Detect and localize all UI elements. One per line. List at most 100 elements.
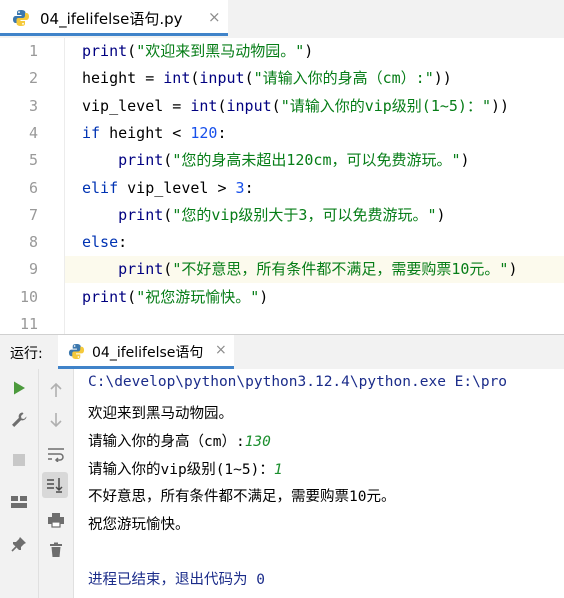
line-number: 6 xyxy=(28,178,38,197)
code-token: ( xyxy=(163,260,173,279)
line-number: 9 xyxy=(28,260,38,279)
console-output-farewell: 祝您游玩愉快。 xyxy=(88,517,190,533)
console-output-result: 不好意思，所有条件都不满足，需要购票10元。 xyxy=(88,489,396,505)
console-user-input-height: 130 xyxy=(244,434,271,450)
code-token: height < xyxy=(100,123,191,142)
console-height-line: 请输入你的身高（cm）:130 xyxy=(88,430,271,451)
line-number: 11 xyxy=(19,315,38,333)
code-token: : xyxy=(118,233,128,252)
code-token: print xyxy=(82,42,128,60)
code-line: vip_level = int(input("请输入你的vip级别(1~5)："… xyxy=(82,93,509,120)
line-number: 1 xyxy=(28,42,38,60)
console-vip-line: 请输入你的vip级别(1~5)：1 xyxy=(88,458,283,479)
console-prompt-height: 请输入你的身高（cm）: xyxy=(88,434,245,450)
editor-tab-label: 04_ifelifelse语句.py xyxy=(40,10,183,28)
code-token: ( xyxy=(163,205,173,224)
close-icon[interactable]: × xyxy=(208,8,221,26)
python-run-icon xyxy=(68,343,85,360)
code-token: ) xyxy=(460,151,470,170)
code-token: vip_level = xyxy=(82,96,191,115)
line-number-gutter: 1 2 3 4 5 6 7 8 9 10 11 xyxy=(0,38,64,334)
arrow-up-icon[interactable] xyxy=(43,377,69,403)
line-number: 7 xyxy=(28,205,38,224)
run-toolbar-secondary xyxy=(39,369,74,598)
code-token: ( xyxy=(271,96,281,115)
line-number: 2 xyxy=(28,69,38,88)
code-line: print("您的vip级别大于3，可以免费游玩。") xyxy=(82,202,445,229)
code-line: if height < 120: xyxy=(82,120,227,147)
code-token: )) xyxy=(491,96,510,115)
code-token: input xyxy=(226,96,272,115)
soft-wrap-icon[interactable] xyxy=(43,441,69,467)
print-icon[interactable] xyxy=(43,507,69,533)
code-token: 3 xyxy=(235,178,245,197)
code-token: if xyxy=(82,123,101,142)
code-token: ) xyxy=(508,260,518,279)
code-token: "您的身高未超出120cm，可以免费游玩。" xyxy=(172,151,461,170)
code-line: print("您的身高未超出120cm，可以免费游玩。") xyxy=(82,147,470,174)
code-line: height = int(input("请输入你的身高（cm）:")) xyxy=(82,65,452,92)
code-token: "不好意思，所有条件都不满足，需要购票10元。" xyxy=(172,260,509,279)
editor-tab-bar: 04_ifelifelse语句.py × xyxy=(0,0,564,39)
scroll-to-end-icon[interactable] xyxy=(42,472,68,498)
code-token: elif xyxy=(82,178,119,197)
code-token: "请输入你的vip级别(1~5)：" xyxy=(280,96,491,115)
stop-icon[interactable] xyxy=(6,447,32,473)
pin-icon[interactable] xyxy=(6,531,32,557)
code-token: "请输入你的身高（cm）:" xyxy=(253,69,434,88)
line-number: 4 xyxy=(28,123,38,142)
trash-icon[interactable] xyxy=(43,537,69,563)
code-line: print("欢迎来到黑马动物园。") xyxy=(82,38,313,65)
line-number: 10 xyxy=(19,287,38,306)
code-token: ( xyxy=(217,96,227,115)
line-number: 3 xyxy=(28,96,38,115)
code-token: print xyxy=(118,151,164,170)
run-toolbar-primary xyxy=(0,369,39,598)
code-token: else xyxy=(82,233,119,252)
code-token: int xyxy=(190,96,218,115)
code-token: ) xyxy=(259,287,269,306)
code-token: : xyxy=(244,178,254,197)
run-tab-label: 04_ifelifelse语句 xyxy=(92,345,204,361)
close-icon[interactable]: × xyxy=(215,342,227,358)
code-editor[interactable]: 1 2 3 4 5 6 7 8 9 10 11 print("欢迎来到黑马动物园。") height … xyxy=(0,38,564,334)
code-token: "欢迎来到黑马动物园。" xyxy=(136,42,305,60)
code-token: print xyxy=(118,205,164,224)
run-tool-window-header: 运行: 04_ifelifelse语句 × xyxy=(0,334,564,370)
code-token: ( xyxy=(127,287,137,306)
editor-tab-file[interactable]: 04_ifelifelse语句.py × xyxy=(0,0,228,36)
arrow-down-icon[interactable] xyxy=(43,407,69,433)
code-line: else: xyxy=(82,229,127,256)
code-line: print("祝您游玩愉快。") xyxy=(82,284,268,311)
code-token: height = xyxy=(82,69,164,88)
python-file-icon xyxy=(12,9,30,27)
code-token: )) xyxy=(433,69,452,88)
wrench-icon[interactable] xyxy=(6,407,32,433)
code-line: print("不好意思，所有条件都不满足，需要购票10元。") xyxy=(82,256,517,283)
console-user-input-vip: 1 xyxy=(273,462,283,478)
code-token: print xyxy=(118,260,164,279)
code-token: int xyxy=(163,69,191,88)
console-command-line: C:\develop\python\python3.12.4\python.ex… xyxy=(88,374,508,390)
code-token: "祝您游玩愉快。" xyxy=(136,287,260,306)
code-token: : xyxy=(217,123,227,142)
console-prompt-vip: 请输入你的vip级别(1~5)： xyxy=(88,462,274,478)
console-output-welcome: 欢迎来到黑马动物园。 xyxy=(88,406,233,422)
code-token: input xyxy=(199,69,245,88)
code-token: vip_level > xyxy=(118,178,236,197)
gutter-separator xyxy=(64,38,65,334)
rerun-icon[interactable] xyxy=(6,375,32,401)
code-token: ( xyxy=(127,42,137,60)
console-exit-message: 进程已结束，退出代码为 0 xyxy=(88,572,265,588)
layout-icon[interactable] xyxy=(6,489,32,515)
code-token: ( xyxy=(163,151,173,170)
code-line: elif vip_level > 3: xyxy=(82,175,254,202)
run-tab[interactable]: 04_ifelifelse语句 × xyxy=(58,335,234,369)
code-token: 120 xyxy=(190,123,218,142)
run-console[interactable]: C:\develop\python\python3.12.4\python.ex… xyxy=(74,369,564,598)
line-number: 8 xyxy=(28,233,38,252)
code-token: ( xyxy=(244,69,254,88)
